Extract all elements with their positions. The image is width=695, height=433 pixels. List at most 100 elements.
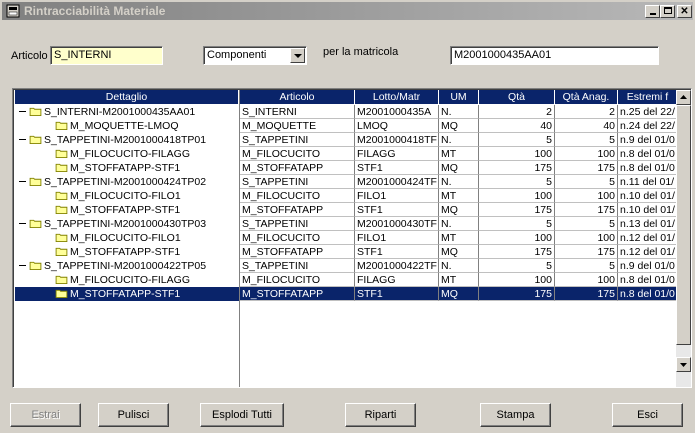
table-cell: 100 <box>479 189 555 203</box>
table-cell: M2001000430TF <box>355 217 439 231</box>
tree-item[interactable]: M_STOFFATAPP-STF1 <box>15 245 239 259</box>
collapse-icon[interactable] <box>19 181 26 182</box>
results-panel: Dettaglio S_INTERNI-M2001000435AA01 M_MOQ… <box>12 88 692 388</box>
table-cell: S_TAPPETINI <box>240 175 355 189</box>
matricola-input[interactable]: M2001000435AA01 <box>450 46 659 65</box>
table-row[interactable]: M_STOFFATAPP STF1 MQ 175 175 n.10 del 01/ <box>240 203 677 217</box>
table-row[interactable]: M_STOFFATAPP STF1 MQ 175 175 n.8 del 01/0 <box>240 161 677 175</box>
tree-item[interactable]: M_MOQUETTE-LMOQ <box>15 119 239 133</box>
tree-item-label: S_TAPPETINI-M2001000424TP02 <box>44 176 207 188</box>
vertical-scrollbar[interactable] <box>676 90 691 387</box>
table-cell: M_FILOCUCITO <box>240 189 355 203</box>
table-cell: M_STOFFATAPP <box>240 245 355 259</box>
table-row[interactable]: M_STOFFATAPP STF1 MQ 175 175 n.12 del 01/ <box>240 245 677 259</box>
folder-icon <box>55 233 68 242</box>
tree-item[interactable]: S_TAPPETINI-M2001000418TP01 <box>15 133 239 147</box>
column-header[interactable]: Lotto/Matr <box>355 90 439 104</box>
detail-grid[interactable]: Articolo Lotto/Matr UM Qtà Qtà Anag. Estremi … <box>239 90 677 387</box>
column-header[interactable]: Qtà Anag. <box>555 90 618 104</box>
table-row[interactable]: M_FILOCUCITO FILO1 MT 100 100 n.10 del 01/ <box>240 189 677 203</box>
table-cell: n.24 del 22/ <box>618 119 677 133</box>
articolo-input[interactable]: S_INTERNI <box>50 46 163 65</box>
table-row[interactable]: M_FILOCUCITO FILAGG MT 100 100 n.8 del 01/0 <box>240 273 677 287</box>
tree-item-label: M_STOFFATAPP-STF1 <box>70 162 181 174</box>
tree-item[interactable]: M_FILOCUCITO-FILAGG <box>15 147 239 161</box>
folder-icon <box>29 177 42 186</box>
scroll-thumb[interactable] <box>676 105 691 345</box>
chevron-down-icon[interactable] <box>290 48 305 63</box>
table-cell: STF1 <box>355 203 439 217</box>
table-row[interactable]: S_TAPPETINI M2001000418TF N. 5 5 n.9 del 01/0 <box>240 133 677 147</box>
folder-icon <box>29 219 42 228</box>
tree-item-label: M_STOFFATAPP-STF1 <box>70 246 181 258</box>
column-header[interactable]: Articolo <box>240 90 355 104</box>
esplodi-tutti-button[interactable]: Esplodi Tutti <box>200 403 284 427</box>
table-row[interactable]: M_MOQUETTE LMOQ MQ 40 40 n.24 del 22/ <box>240 119 677 133</box>
minimize-button[interactable] <box>645 5 660 18</box>
tree-item[interactable]: M_STOFFATAPP-STF1 <box>15 161 239 175</box>
tree-item-label: M_FILOCUCITO-FILO1 <box>70 190 181 202</box>
column-header[interactable]: Qtà <box>479 90 555 104</box>
tree-item-label: M_FILOCUCITO-FILAGG <box>70 148 190 160</box>
maximize-icon <box>663 7 672 14</box>
table-cell: n.13 del 01/ <box>618 217 677 231</box>
stampa-button[interactable]: Stampa <box>480 403 551 427</box>
detail-tree[interactable]: Dettaglio S_INTERNI-M2001000435AA01 M_MOQ… <box>15 90 239 387</box>
title-bar[interactable]: Rintracciabilità Materiale ✕ <box>2 2 693 20</box>
main-window: Rintracciabilità Materiale ✕ Articolo S_… <box>0 0 695 433</box>
riparti-button[interactable]: Riparti <box>345 403 416 427</box>
collapse-icon[interactable] <box>19 139 26 140</box>
table-row[interactable]: S_TAPPETINI M2001000422TF N. 5 5 n.9 del 01/0 <box>240 259 677 273</box>
tree-item[interactable]: M_FILOCUCITO-FILO1 <box>15 231 239 245</box>
table-cell: N. <box>439 133 479 147</box>
table-row[interactable]: S_TAPPETINI M2001000424TF N. 5 5 n.11 del 01/ <box>240 175 677 189</box>
tree-item-label: S_TAPPETINI-M2001000418TP01 <box>44 134 207 146</box>
estrai-button[interactable]: Estrai <box>10 403 81 427</box>
tree-item[interactable]: M_FILOCUCITO-FILAGG <box>15 273 239 287</box>
table-cell: M2001000418TF <box>355 133 439 147</box>
articolo-label: Articolo <box>11 50 48 62</box>
table-cell: 175 <box>479 203 555 217</box>
arrow-up-icon <box>680 95 687 99</box>
table-row[interactable]: S_TAPPETINI M2001000430TF N. 5 5 n.13 del 01/ <box>240 217 677 231</box>
collapse-icon[interactable] <box>19 265 26 266</box>
collapse-icon[interactable] <box>19 223 26 224</box>
table-cell: 2 <box>555 105 618 119</box>
collapse-icon[interactable] <box>19 111 26 112</box>
maximize-button[interactable] <box>660 5 675 18</box>
tree-item[interactable]: M_FILOCUCITO-FILO1 <box>15 189 239 203</box>
table-cell: 5 <box>555 175 618 189</box>
table-cell: n.8 del 01/0 <box>618 147 677 161</box>
table-row[interactable]: M_STOFFATAPP STF1 MQ 175 175 n.8 del 01/0 <box>240 287 677 301</box>
tree-item[interactable]: S_TAPPETINI-M2001000424TP02 <box>15 175 239 189</box>
pulisci-button[interactable]: Pulisci <box>98 403 169 427</box>
close-button[interactable]: ✕ <box>677 5 692 18</box>
esci-button[interactable]: Esci <box>612 403 683 427</box>
type-combo[interactable]: Componenti <box>203 46 307 65</box>
tree-item[interactable]: S_TAPPETINI-M2001000422TP05 <box>15 259 239 273</box>
tree-item-label: S_TAPPETINI-M2001000422TP05 <box>44 260 207 272</box>
scroll-down-button[interactable] <box>676 357 691 372</box>
table-cell: M_STOFFATAPP <box>240 203 355 217</box>
table-row[interactable]: S_INTERNI M2001000435A N. 2 2 n.25 del 22/ <box>240 105 677 119</box>
tree-header[interactable]: Dettaglio <box>15 90 239 104</box>
table-cell: S_TAPPETINI <box>240 133 355 147</box>
table-row[interactable]: M_FILOCUCITO FILO1 MT 100 100 n.12 del 01/ <box>240 231 677 245</box>
table-cell: n.11 del 01/ <box>618 175 677 189</box>
table-cell: M_FILOCUCITO <box>240 231 355 245</box>
table-cell: 175 <box>479 161 555 175</box>
tree-item[interactable]: M_STOFFATAPP-STF1 <box>15 203 239 217</box>
column-header[interactable]: Estremi f <box>618 90 677 104</box>
tree-item[interactable]: S_TAPPETINI-M2001000430TP03 <box>15 217 239 231</box>
table-cell: 40 <box>479 119 555 133</box>
column-header[interactable]: UM <box>439 90 479 104</box>
table-row[interactable]: M_FILOCUCITO FILAGG MT 100 100 n.8 del 01/0 <box>240 147 677 161</box>
table-cell: 5 <box>479 217 555 231</box>
table-cell: FILO1 <box>355 231 439 245</box>
table-cell: 5 <box>555 217 618 231</box>
table-cell: MT <box>439 231 479 245</box>
table-cell: S_INTERNI <box>240 105 355 119</box>
scroll-up-button[interactable] <box>676 90 691 105</box>
tree-item[interactable]: S_INTERNI-M2001000435AA01 <box>15 105 239 119</box>
tree-item[interactable]: M_STOFFATAPP-STF1 <box>15 287 239 301</box>
